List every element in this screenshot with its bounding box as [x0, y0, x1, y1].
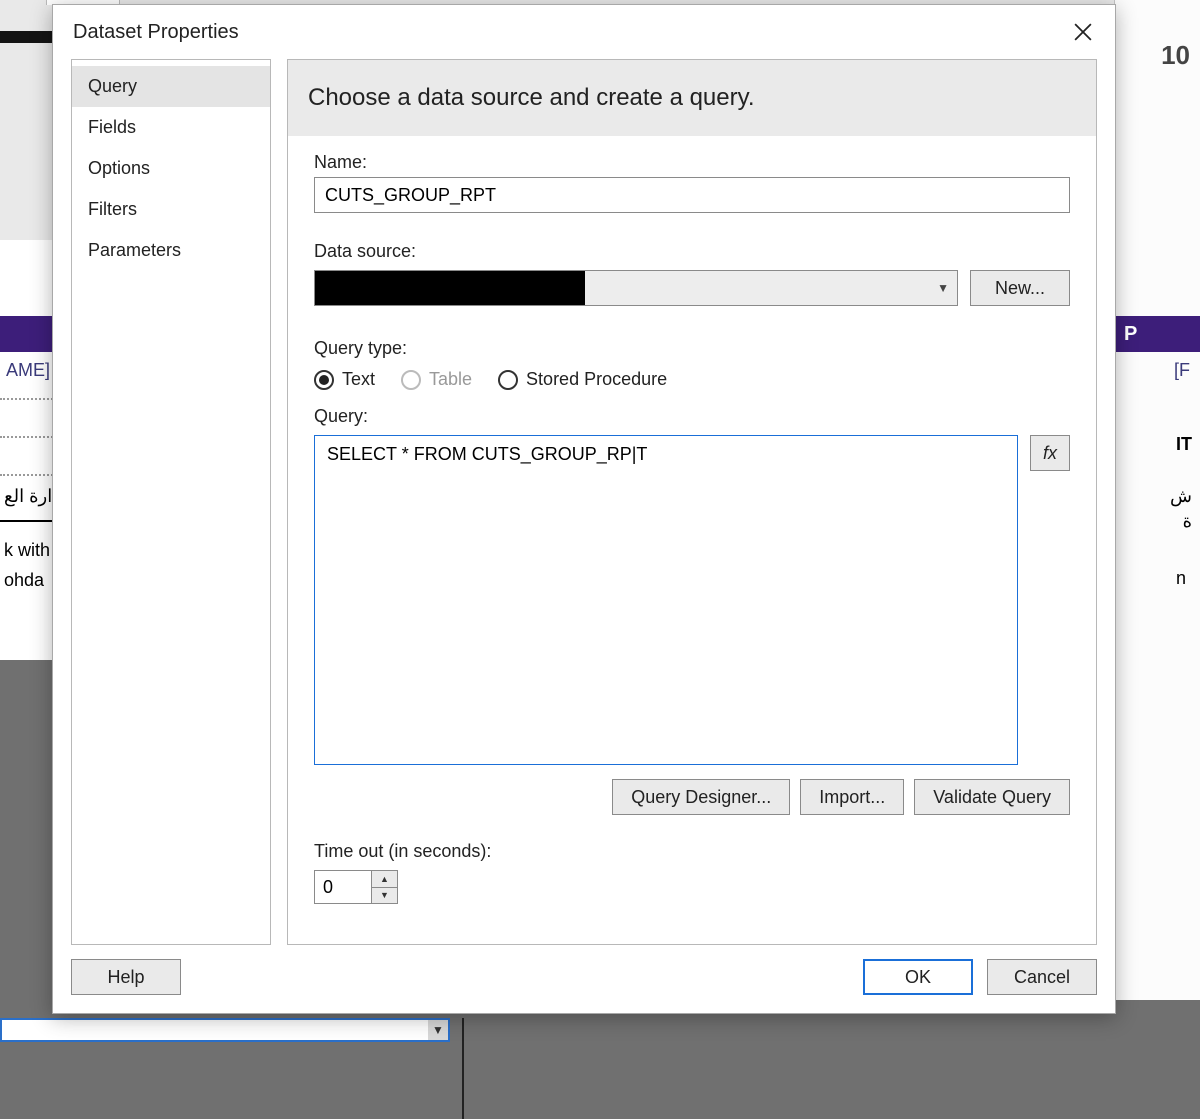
- bg-right-IT: IT: [1176, 434, 1192, 455]
- button-label: Help: [107, 967, 144, 988]
- radio-icon: [314, 370, 334, 390]
- nav-item-fields[interactable]: Fields: [72, 107, 270, 148]
- bg-right-arabic: ش ة: [1170, 484, 1192, 534]
- button-label: Import...: [819, 787, 885, 808]
- nav-item-label: Options: [88, 158, 150, 178]
- nav-item-query[interactable]: Query: [72, 66, 270, 107]
- button-label: OK: [905, 967, 931, 988]
- nav-item-filters[interactable]: Filters: [72, 189, 270, 230]
- name-input[interactable]: [314, 177, 1070, 213]
- timeout-input[interactable]: [314, 870, 372, 904]
- chevron-down-icon[interactable]: ▼: [428, 1020, 448, 1040]
- close-icon: [1074, 23, 1092, 41]
- nav-item-label: Filters: [88, 199, 137, 219]
- expression-button[interactable]: fx: [1030, 435, 1070, 471]
- bg-bottom-selector[interactable]: ▼: [0, 1018, 450, 1042]
- spin-down-button[interactable]: ▼: [372, 888, 398, 905]
- bg-text-frag: k with: [4, 540, 50, 561]
- ok-button[interactable]: OK: [863, 959, 973, 995]
- radio-label: Stored Procedure: [526, 369, 667, 390]
- radio-text[interactable]: Text: [314, 369, 375, 390]
- bg-right-bracket: [F: [1174, 360, 1190, 381]
- validate-query-button[interactable]: Validate Query: [914, 779, 1070, 815]
- radio-icon: [401, 370, 421, 390]
- nav-item-label: Parameters: [88, 240, 181, 260]
- bg-right-num: 10: [1161, 40, 1190, 71]
- redacted-value: [315, 271, 585, 305]
- nav-item-label: Query: [88, 76, 137, 96]
- radio-stored-procedure[interactable]: Stored Procedure: [498, 369, 667, 390]
- dataset-properties-dialog: Dataset Properties Query Fields Options …: [52, 4, 1116, 1014]
- bg-right-n: n: [1176, 568, 1186, 589]
- bg-text-frag: ohda: [4, 570, 44, 591]
- close-button[interactable]: [1063, 12, 1103, 52]
- button-label: Query Designer...: [631, 787, 771, 808]
- bg-right-purple-cell: P: [1114, 316, 1200, 352]
- data-source-label: Data source:: [314, 241, 1070, 262]
- button-label: Validate Query: [933, 787, 1051, 808]
- fx-icon: fx: [1043, 443, 1057, 464]
- dialog-footer: Help OK Cancel: [53, 945, 1115, 1013]
- name-label: Name:: [314, 152, 1070, 173]
- radio-label: Table: [429, 369, 472, 390]
- button-label: New...: [995, 278, 1045, 299]
- panel-heading: Choose a data source and create a query.: [288, 60, 1096, 136]
- dialog-side-nav: Query Fields Options Filters Parameters: [71, 59, 271, 945]
- bg-placeholder-text: AME]: [6, 360, 50, 381]
- cancel-button[interactable]: Cancel: [987, 959, 1097, 995]
- bg-vertical-rule: [462, 1018, 464, 1119]
- timeout-label: Time out (in seconds):: [314, 841, 1070, 862]
- radio-table[interactable]: Table: [401, 369, 472, 390]
- query-type-label: Query type:: [314, 338, 1070, 359]
- nav-item-options[interactable]: Options: [72, 148, 270, 189]
- nav-item-label: Fields: [88, 117, 136, 137]
- timeout-spinner: ▲ ▼: [314, 870, 404, 904]
- nav-item-parameters[interactable]: Parameters: [72, 230, 270, 271]
- button-label: Cancel: [1014, 967, 1070, 988]
- query-designer-button[interactable]: Query Designer...: [612, 779, 790, 815]
- import-button[interactable]: Import...: [800, 779, 904, 815]
- radio-label: Text: [342, 369, 375, 390]
- dialog-titlebar: Dataset Properties: [53, 5, 1115, 59]
- new-data-source-button[interactable]: New...: [970, 270, 1070, 306]
- radio-icon: [498, 370, 518, 390]
- data-source-select[interactable]: ▼: [314, 270, 958, 306]
- chevron-down-icon: ▼: [937, 281, 949, 295]
- query-label: Query:: [314, 406, 1070, 427]
- query-type-group: Text Table Stored Procedure: [314, 369, 1070, 390]
- dialog-title: Dataset Properties: [73, 21, 239, 44]
- dialog-main-panel: Choose a data source and create a query.…: [287, 59, 1097, 945]
- spin-up-button[interactable]: ▲: [372, 870, 398, 888]
- help-button[interactable]: Help: [71, 959, 181, 995]
- query-textarea[interactable]: [314, 435, 1018, 765]
